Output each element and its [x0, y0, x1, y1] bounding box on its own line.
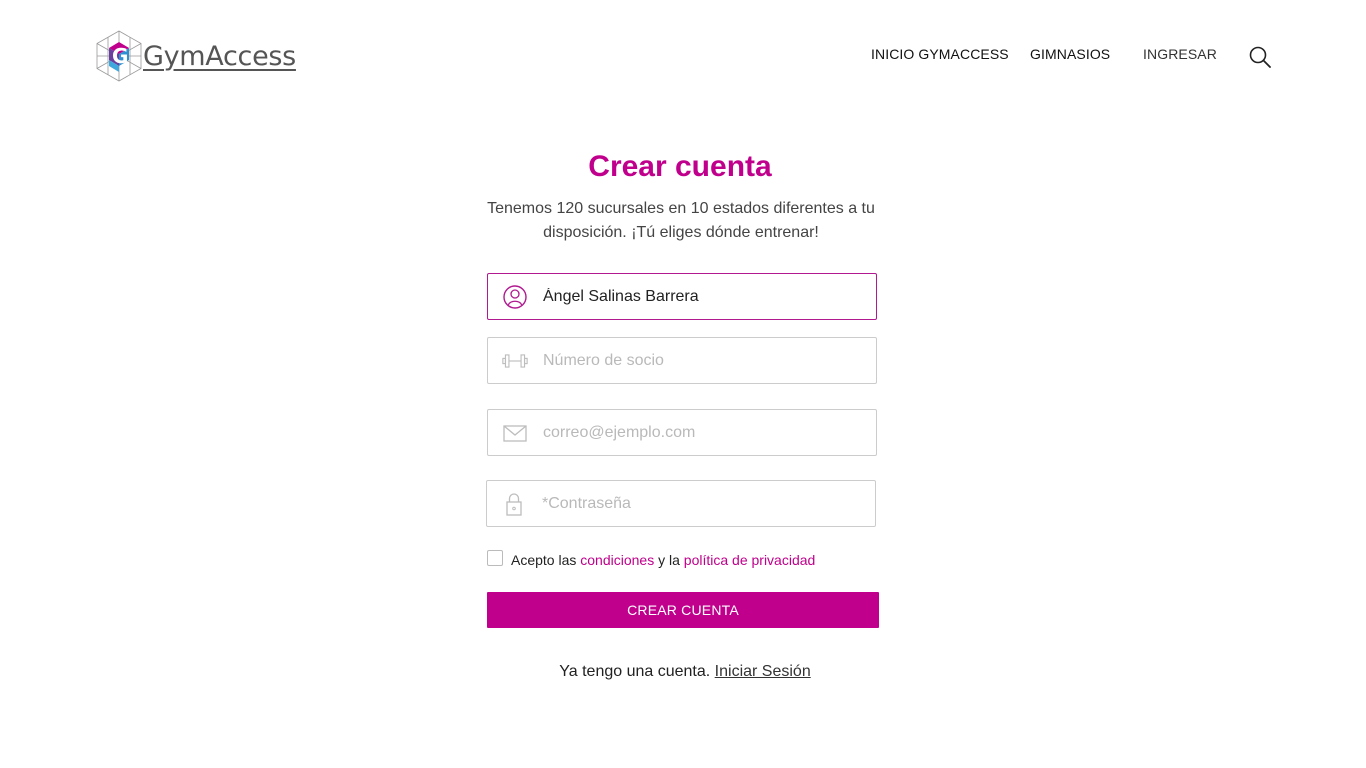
page-title: Crear cuenta: [588, 150, 772, 183]
terms-prefix: Acepto las: [511, 552, 577, 568]
search-button[interactable]: [1248, 45, 1272, 69]
name-input[interactable]: [543, 274, 863, 319]
nav-item-inicio[interactable]: INICIO GYMACCESS: [871, 46, 1009, 62]
nav-item-ingresar[interactable]: INGRESAR: [1143, 46, 1217, 62]
password-field[interactable]: [486, 480, 876, 527]
privacy-policy-link[interactable]: política de privacidad: [684, 552, 816, 568]
gymaccess-logo-icon: G: [96, 30, 142, 82]
create-account-button[interactable]: CREAR CUENTA: [487, 592, 879, 628]
login-link[interactable]: Iniciar Sesión: [715, 663, 811, 680]
dumbbell-icon: [502, 354, 528, 368]
login-prompt-text: Ya tengo una cuenta.: [559, 663, 711, 680]
svg-text:G: G: [112, 44, 128, 68]
envelope-icon: [503, 425, 527, 442]
email-input[interactable]: [543, 410, 863, 455]
logo[interactable]: G GymAccess: [96, 30, 296, 82]
password-input[interactable]: [542, 481, 862, 526]
terms-checkbox[interactable]: [487, 550, 503, 566]
search-icon: [1249, 46, 1271, 68]
terms-row: Acepto las condiciones y la política de …: [487, 549, 815, 571]
terms-middle: y la: [658, 552, 680, 568]
logo-text: GymAccess: [143, 40, 296, 72]
nav-item-gimnasios[interactable]: GIMNASIOS: [1030, 46, 1110, 62]
login-prompt-row: Ya tengo una cuenta. Iniciar Sesión: [2, 663, 1366, 681]
member-number-field[interactable]: [487, 337, 877, 384]
name-field[interactable]: [487, 273, 877, 320]
page-subtitle: Tenemos 120 sucursales en 10 estados dif…: [487, 200, 875, 241]
email-field[interactable]: [487, 409, 877, 456]
conditions-link[interactable]: condiciones: [580, 552, 654, 568]
member-number-input[interactable]: [543, 338, 863, 383]
lock-icon: [506, 493, 522, 516]
user-icon: [503, 285, 527, 309]
